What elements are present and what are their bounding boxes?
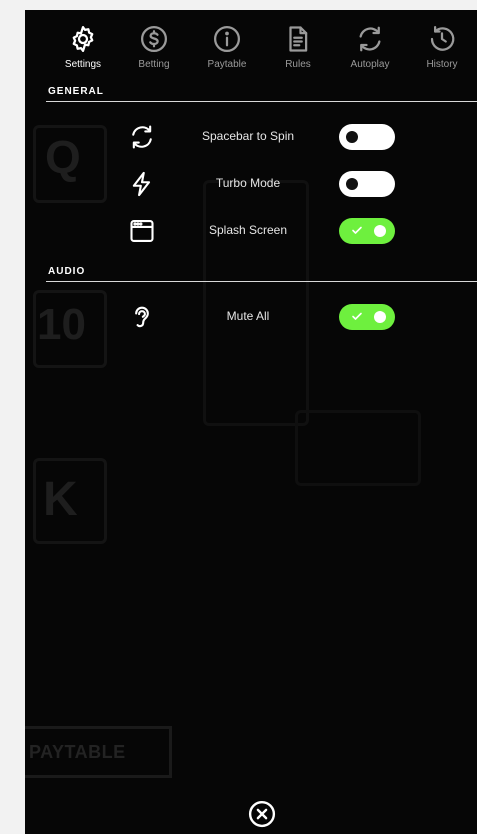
tab-settings[interactable]: Settings xyxy=(48,24,118,70)
tab-history-label: History xyxy=(426,59,458,70)
close-circle-icon[interactable] xyxy=(247,799,277,829)
splash-screen-toggle[interactable] xyxy=(339,218,395,244)
tab-autoplay[interactable]: Autoplay xyxy=(335,24,405,70)
section-divider-general xyxy=(46,101,477,102)
check-icon xyxy=(352,226,362,234)
document-icon xyxy=(289,26,308,52)
background-symbol-k: K xyxy=(43,473,78,526)
tab-paytable-label: Paytable xyxy=(207,59,247,70)
window-icon xyxy=(130,220,154,242)
setting-row-mute: Mute All xyxy=(25,299,477,335)
tab-betting-label: Betting xyxy=(138,59,170,70)
dollar-icon xyxy=(141,26,167,52)
section-title-general: GENERAL xyxy=(48,86,104,97)
history-icon xyxy=(430,26,455,51)
turbo-toggle[interactable] xyxy=(339,171,395,197)
spacebar-toggle[interactable] xyxy=(339,124,395,150)
ear-icon xyxy=(135,306,149,328)
background-paytable-label: PAYTABLE xyxy=(25,726,172,778)
settings-panel: Q 10 K PAYTABLE Settings Betting Paytabl… xyxy=(25,10,477,834)
toggle-knob xyxy=(374,225,386,237)
tab-history[interactable]: History xyxy=(407,24,477,70)
toggle-knob xyxy=(346,178,358,190)
setting-row-spacebar: Spacebar to Spin xyxy=(25,119,477,155)
refresh-icon xyxy=(132,125,152,149)
setting-label-mute: Mute All xyxy=(226,309,270,323)
mute-all-toggle[interactable] xyxy=(339,304,395,330)
section-title-audio: AUDIO xyxy=(48,266,86,277)
tab-rules[interactable]: Rules xyxy=(263,24,333,70)
check-icon xyxy=(352,312,362,320)
setting-label-turbo: Turbo Mode xyxy=(215,176,281,190)
setting-row-turbo: Turbo Mode xyxy=(25,166,477,202)
settings-tabs: Settings Betting Paytable Rules Autoplay… xyxy=(25,10,477,80)
refresh-icon xyxy=(359,26,381,52)
tab-paytable[interactable]: Paytable xyxy=(192,24,262,70)
gear-icon xyxy=(72,26,94,52)
setting-label-splash: Splash Screen xyxy=(208,223,288,237)
toggle-knob xyxy=(346,131,358,143)
tab-autoplay-label: Autoplay xyxy=(350,59,390,70)
toggle-knob xyxy=(374,311,386,323)
tab-rules-label: Rules xyxy=(285,59,311,70)
tab-settings-label: Settings xyxy=(64,59,102,70)
tab-betting[interactable]: Betting xyxy=(119,24,189,70)
section-divider-audio xyxy=(46,281,477,282)
lightning-icon xyxy=(132,171,151,197)
info-icon xyxy=(214,26,240,52)
setting-row-splash: Splash Screen xyxy=(25,213,477,249)
setting-label-spacebar: Spacebar to Spin xyxy=(201,129,295,143)
